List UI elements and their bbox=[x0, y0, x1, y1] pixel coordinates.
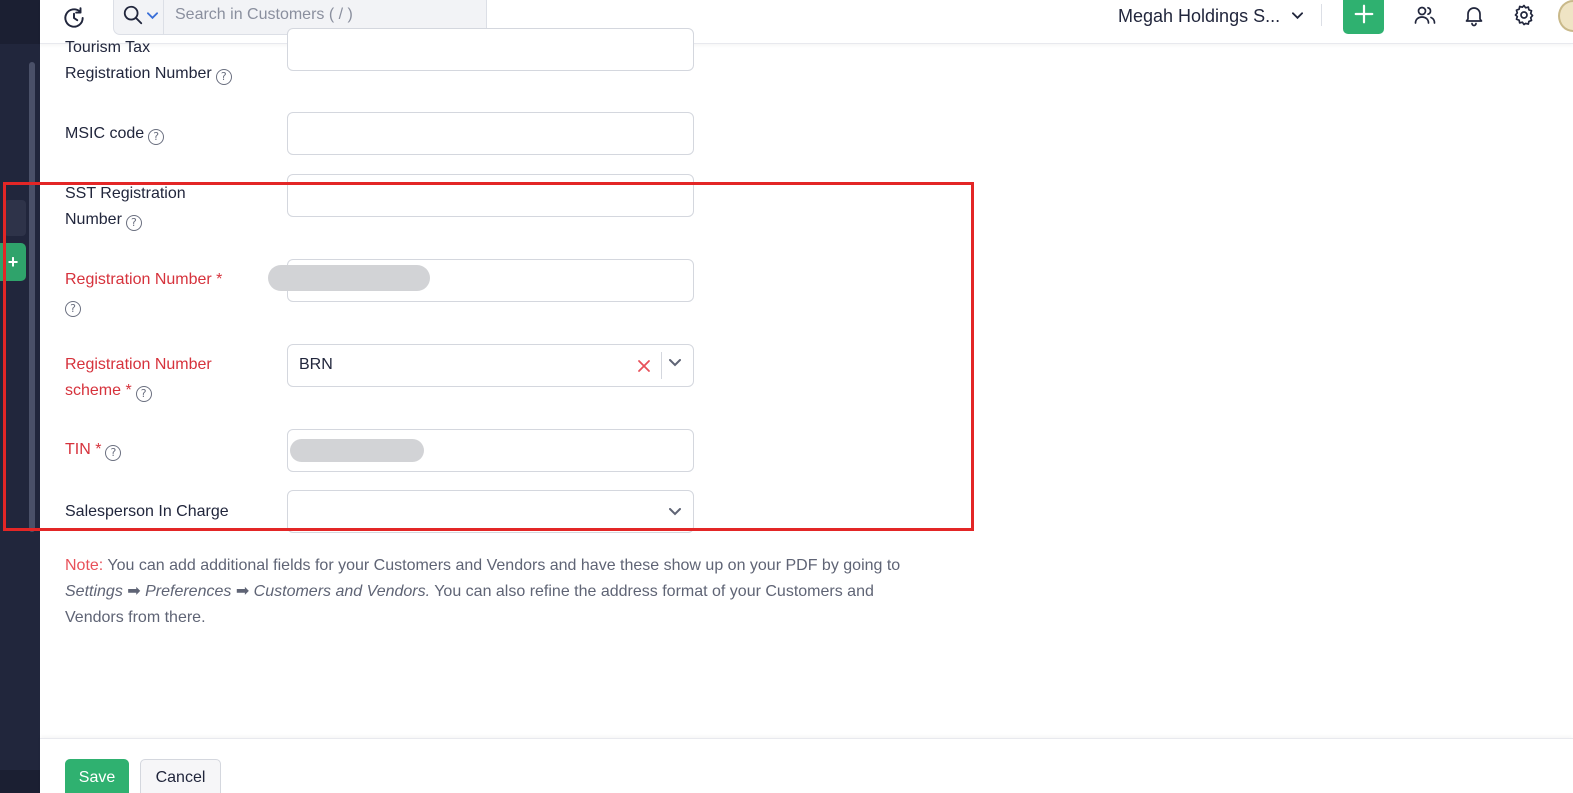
help-icon[interactable]: ? bbox=[105, 445, 122, 461]
tourism-tax-input[interactable] bbox=[287, 28, 694, 71]
sst-registration-label: SST Registration Number? bbox=[65, 185, 186, 231]
gear-icon[interactable] bbox=[1512, 3, 1536, 27]
sidebar-top bbox=[0, 0, 40, 44]
chevron-down-icon[interactable] bbox=[669, 508, 681, 516]
chevron-down-icon[interactable] bbox=[1292, 12, 1303, 20]
form-footer: Save Cancel bbox=[40, 738, 1573, 793]
header-divider bbox=[1321, 4, 1322, 26]
tin-label: TIN *? bbox=[65, 437, 122, 463]
clear-x-icon[interactable] bbox=[634, 356, 654, 376]
search-icon bbox=[123, 5, 143, 25]
msic-code-input[interactable] bbox=[287, 112, 694, 155]
preferences-link[interactable]: Preferences bbox=[145, 583, 231, 600]
help-icon[interactable]: ? bbox=[215, 69, 232, 85]
select-divider bbox=[661, 352, 662, 379]
save-button[interactable]: Save bbox=[65, 759, 129, 793]
redacted-value bbox=[268, 265, 430, 291]
quick-create-button[interactable] bbox=[1343, 0, 1384, 34]
customers-vendors-link[interactable]: Customers and Vendors. bbox=[254, 583, 430, 600]
help-icon[interactable]: ? bbox=[125, 215, 142, 231]
chevron-down-icon[interactable] bbox=[669, 359, 681, 367]
user-avatar[interactable] bbox=[1558, 0, 1573, 32]
tourism-tax-label: Tourism Tax Registration Number? bbox=[65, 35, 232, 87]
help-icon[interactable]: ? bbox=[65, 301, 81, 317]
sidebar-scrollbar[interactable] bbox=[29, 62, 35, 532]
plus-icon bbox=[1354, 4, 1373, 24]
salesperson-select[interactable] bbox=[287, 490, 694, 533]
chevron-down-icon bbox=[147, 12, 158, 20]
salesperson-label: Salesperson In Charge bbox=[65, 503, 229, 520]
bell-icon[interactable] bbox=[1462, 3, 1486, 27]
redacted-value bbox=[290, 439, 424, 462]
registration-number-label: Registration Number * ? bbox=[65, 271, 223, 317]
sidebar-item[interactable] bbox=[4, 200, 26, 236]
search-input[interactable]: Search in Customers ( / ) bbox=[175, 6, 353, 24]
settings-link[interactable]: Settings bbox=[65, 583, 123, 600]
msic-code-label: MSIC code? bbox=[65, 121, 165, 147]
registration-scheme-select[interactable]: BRN bbox=[287, 344, 694, 387]
organization-switcher[interactable]: Megah Holdings S... bbox=[1118, 6, 1280, 27]
sidebar-bottom bbox=[0, 770, 40, 793]
top-header: Search in Customers ( / ) Megah Holdings… bbox=[40, 0, 1573, 44]
help-icon[interactable]: ? bbox=[148, 129, 165, 145]
search-scope-toggle[interactable] bbox=[114, 0, 164, 34]
users-icon[interactable] bbox=[1413, 3, 1437, 27]
registration-scheme-label: Registration Number scheme *? bbox=[65, 356, 212, 402]
cancel-button[interactable]: Cancel bbox=[140, 759, 221, 793]
help-icon[interactable]: ? bbox=[135, 386, 152, 402]
note-text: Note: You can add additional fields for … bbox=[65, 557, 901, 626]
sst-registration-input[interactable] bbox=[287, 174, 694, 217]
left-sidebar: + bbox=[0, 0, 40, 793]
sidebar-add-button[interactable]: + bbox=[0, 243, 26, 281]
recent-history-icon[interactable] bbox=[61, 5, 87, 31]
